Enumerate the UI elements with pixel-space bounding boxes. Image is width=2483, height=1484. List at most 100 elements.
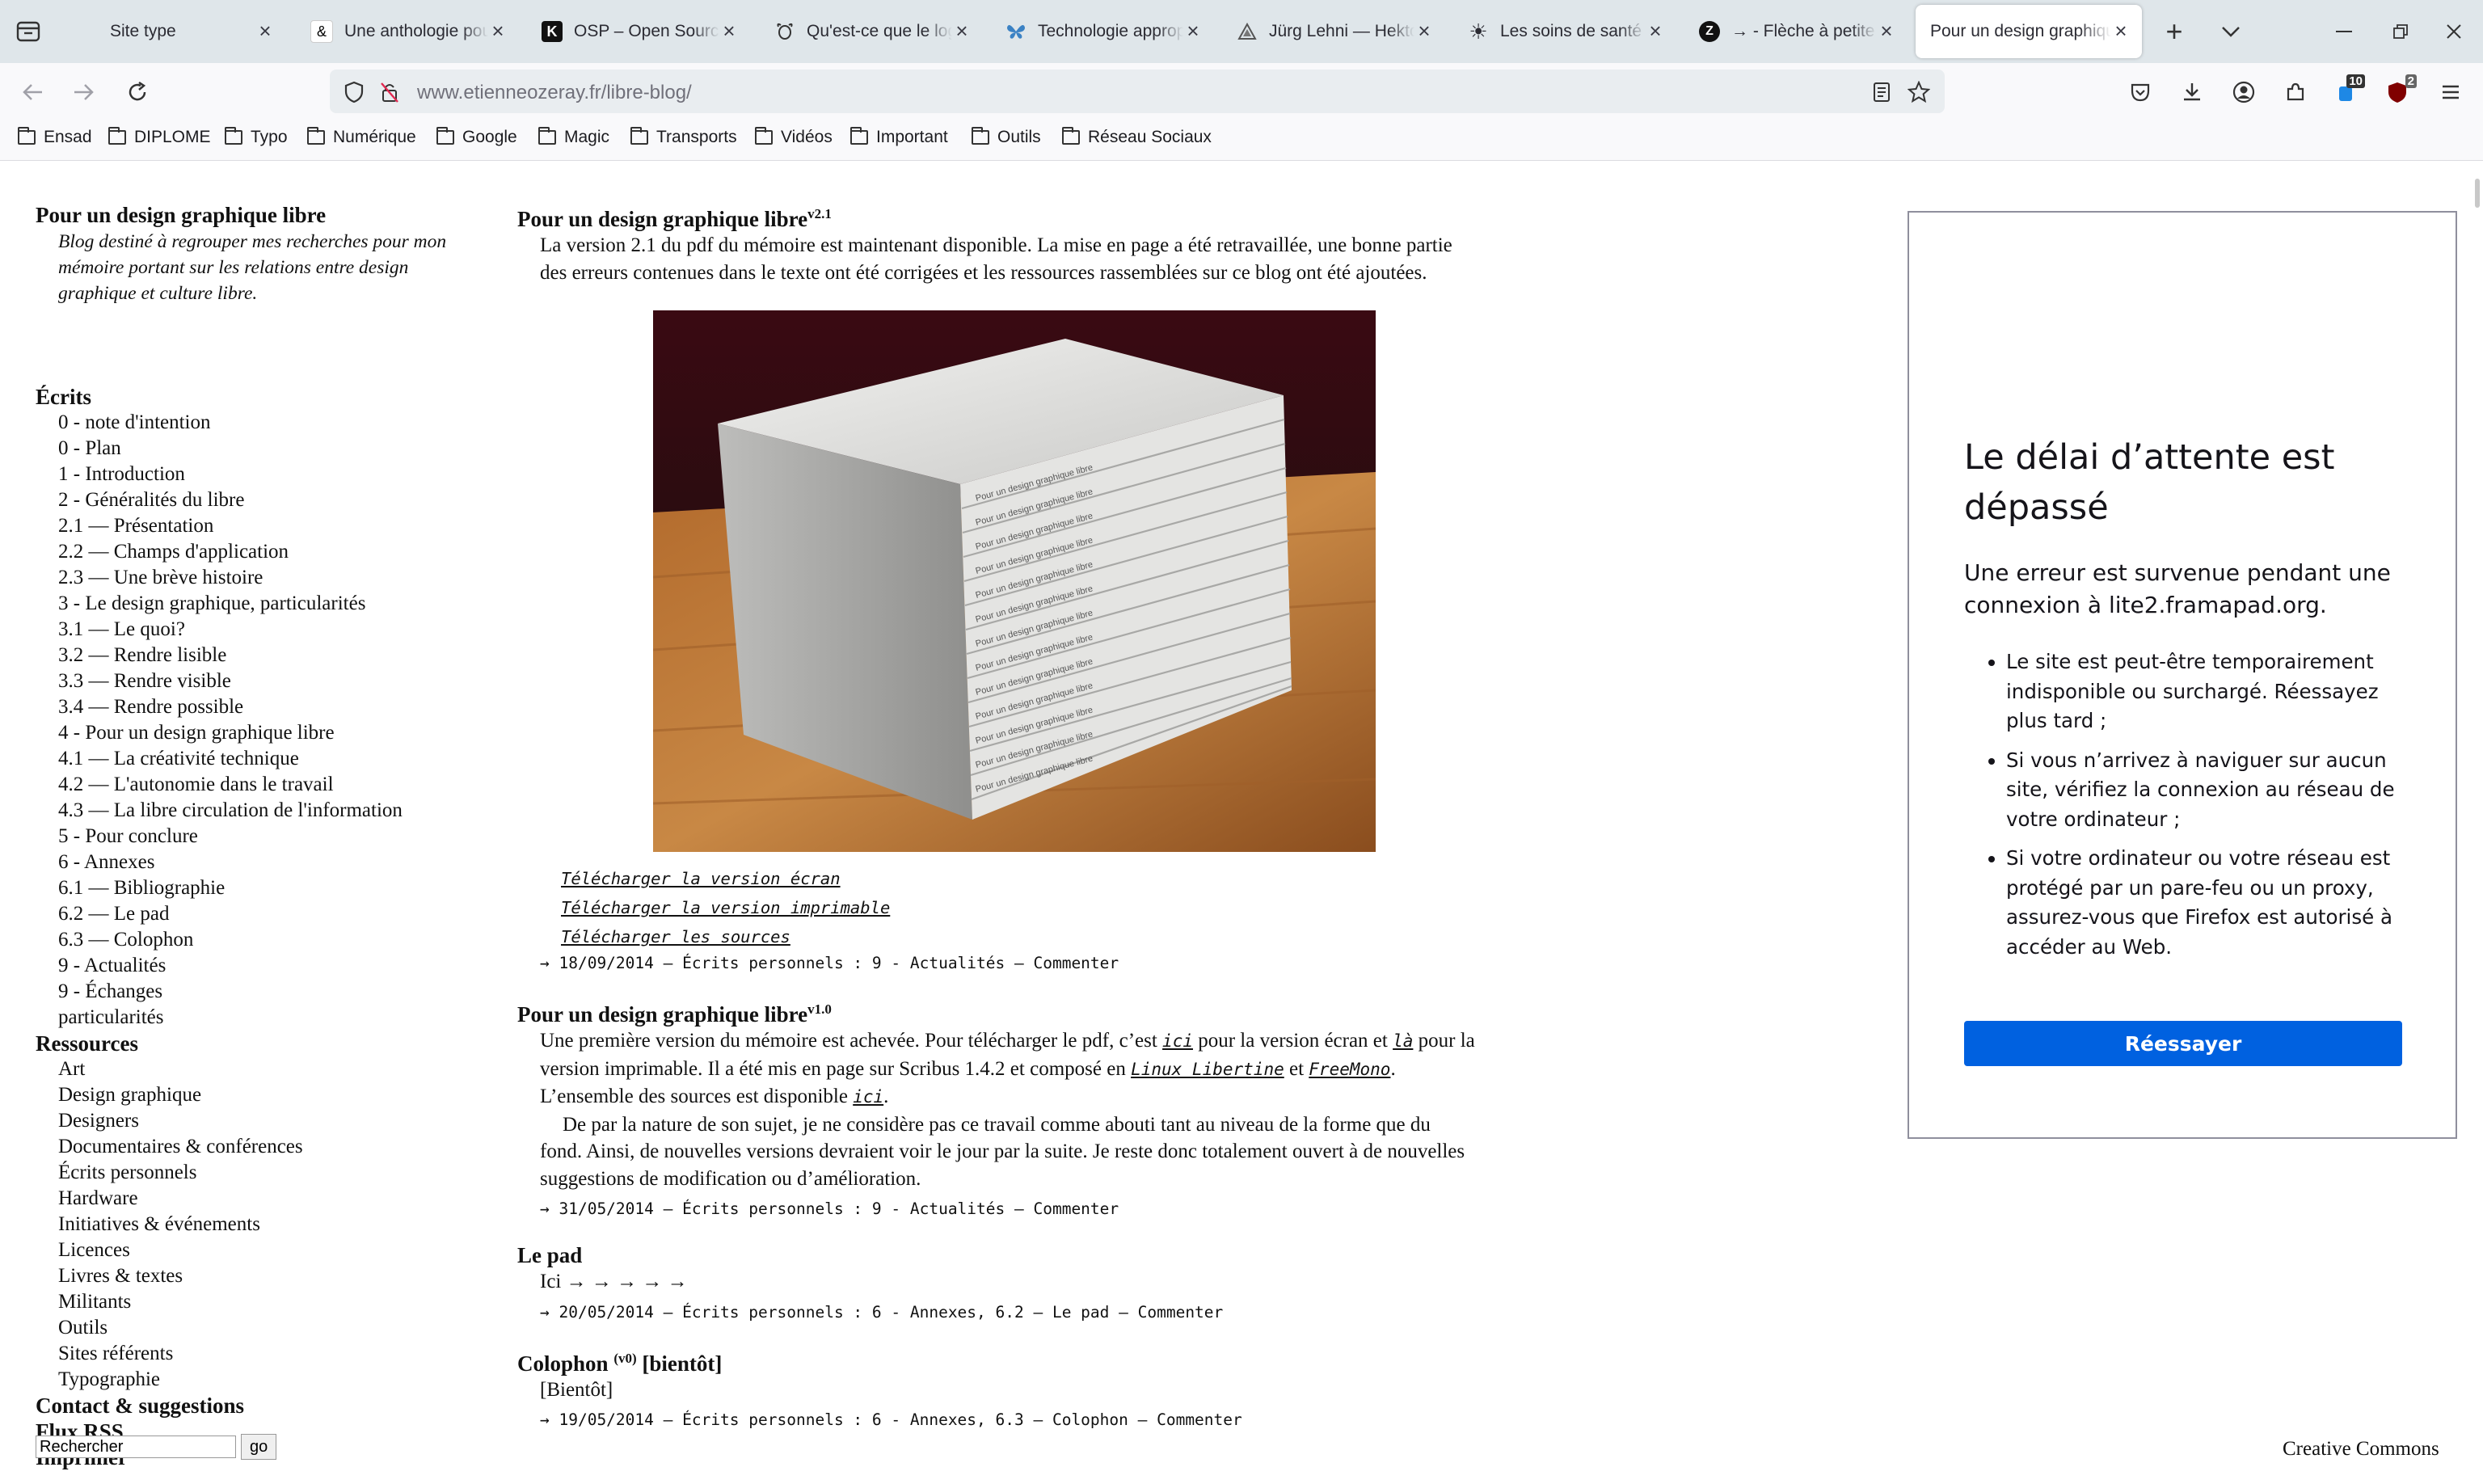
download-sources-link[interactable]: Télécharger les sources <box>561 922 1487 951</box>
bookmark-folder-numerique[interactable]: Numérique <box>307 127 416 147</box>
sidebar-link[interactable]: 4.1 — La créativité technique <box>58 746 488 772</box>
extensions-puzzle-icon[interactable] <box>2279 76 2312 108</box>
post-meta[interactable]: → 20/05/2014 — Écrits personnels : 6 - A… <box>540 1302 1487 1323</box>
sidebar-link[interactable]: 3.1 — Le quoi? <box>58 617 488 643</box>
sidebar-link[interactable]: 0 - note d'intention <box>58 410 488 436</box>
post-meta[interactable]: → 31/05/2014 — Écrits personnels : 9 - A… <box>540 1199 1487 1220</box>
reload-icon[interactable] <box>121 76 154 108</box>
sidebar-link[interactable]: Livres & textes <box>58 1263 488 1289</box>
sources-link[interactable]: ici <box>853 1087 883 1107</box>
search-go-button[interactable]: go <box>241 1434 277 1460</box>
downloads-icon[interactable] <box>2176 76 2208 108</box>
freemono-link[interactable]: FreeMono <box>1309 1060 1390 1079</box>
sidebar-link[interactable]: 6 - Annexes <box>58 850 488 875</box>
close-tab-icon[interactable]: × <box>1414 20 1434 41</box>
tab-site-type[interactable]: Site type × <box>66 5 286 58</box>
sidebar-link[interactable]: 4.3 — La libre circulation de l'informat… <box>58 798 488 824</box>
post-title[interactable]: Pour un design graphique librev2.1 <box>517 201 1487 232</box>
bookmark-folder-diplome[interactable]: DIPLOME <box>108 127 211 147</box>
sidebar-link[interactable]: 0 - Plan <box>58 436 488 462</box>
sidebar-link[interactable]: Outils <box>58 1315 488 1341</box>
sidebar-link[interactable]: 3.2 — Rendre lisible <box>58 643 488 668</box>
sidebar-link[interactable]: 6.2 — Le pad <box>58 901 488 927</box>
tab-lehni[interactable]: Jürg Lehni — Hektor × <box>1225 5 1445 58</box>
close-tab-icon[interactable]: × <box>1646 20 1665 41</box>
sidebar-link[interactable]: particularités <box>58 1005 488 1031</box>
bookmark-folder-google[interactable]: Google <box>436 127 517 147</box>
tab-soins-sante[interactable]: ☀ Les soins de santé libres × <box>1456 5 1676 58</box>
sidebar-link[interactable]: 5 - Pour conclure <box>58 824 488 850</box>
search-input[interactable] <box>36 1436 236 1458</box>
sidebar-link[interactable]: Licences <box>58 1237 488 1263</box>
close-tab-icon[interactable]: × <box>2111 20 2131 41</box>
print-pdf-link[interactable]: là <box>1393 1031 1413 1051</box>
sidebar-link[interactable]: Documentaires & conférences <box>58 1134 488 1160</box>
tab-fleche[interactable]: Z → - Flèche à petite × <box>1688 5 1908 58</box>
download-print-link[interactable]: Télécharger la version imprimable <box>561 893 1487 922</box>
back-arrow-icon[interactable] <box>16 76 48 108</box>
url-text[interactable]: www.etienneozeray.fr/libre-blog/ <box>417 82 692 104</box>
sidebar-link[interactable]: 3.3 — Rendre visible <box>58 668 488 694</box>
contact-link[interactable]: Contact & suggestions <box>36 1393 488 1419</box>
site-title[interactable]: Pour un design graphique libre <box>36 203 488 227</box>
sidebar-link[interactable]: 3 - Le design graphique, particularités <box>58 591 488 617</box>
tab-anthologie[interactable]: & Une anthologie pour × <box>299 5 519 58</box>
bookmark-folder-magic[interactable]: Magic <box>538 127 609 147</box>
sidebar-link[interactable]: Art <box>58 1056 488 1082</box>
sidebar-link[interactable]: 4 - Pour un design graphique libre <box>58 720 488 746</box>
bookmark-folder-typo[interactable]: Typo <box>225 127 288 147</box>
reader-view-icon[interactable] <box>1869 79 1895 105</box>
sidebar-link[interactable]: 9 - Échanges <box>58 979 488 1005</box>
extension-blue-icon[interactable]: 10 <box>2329 74 2365 108</box>
sidebar-link[interactable]: Designers <box>58 1108 488 1134</box>
download-screen-link[interactable]: Télécharger la version écran <box>561 864 1487 893</box>
address-bar[interactable]: www.etienneozeray.fr/libre-blog/ <box>330 70 1945 113</box>
sidebar-link[interactable]: 1 - Introduction <box>58 462 488 487</box>
sidebar-link[interactable]: Design graphique <box>58 1082 488 1108</box>
sidebar-link[interactable]: Écrits personnels <box>58 1160 488 1186</box>
bookmark-folder-videos[interactable]: Vidéos <box>755 127 833 147</box>
page-scrollbar[interactable] <box>2475 179 2480 208</box>
sidebar-link[interactable]: Typographie <box>58 1367 488 1393</box>
tab-technologie[interactable]: Technologie appropriée × <box>994 5 1214 58</box>
post-title[interactable]: Colophon (v0) [bientôt] <box>517 1346 1487 1376</box>
sidebar-link[interactable]: Initiatives & événements <box>58 1212 488 1237</box>
close-tab-icon[interactable]: × <box>719 20 739 41</box>
close-tab-icon[interactable]: × <box>488 20 508 41</box>
ecrits-heading[interactable]: Écrits <box>36 384 488 410</box>
bookmark-star-icon[interactable] <box>1906 79 1932 105</box>
sidebar-link[interactable]: 4.2 — L'autonomie dans le travail <box>58 772 488 798</box>
sidebar-link[interactable]: 2.1 — Présentation <box>58 513 488 539</box>
close-tab-icon[interactable]: × <box>1183 20 1203 41</box>
tracking-shield-icon[interactable] <box>341 79 367 105</box>
forward-arrow-icon[interactable] <box>68 76 100 108</box>
sidebar-link[interactable]: 9 - Actualités <box>58 953 488 979</box>
linux-libertine-link[interactable]: Linux Libertine <box>1131 1060 1284 1079</box>
bookmark-folder-ensad[interactable]: Ensad <box>18 127 92 147</box>
pocket-icon[interactable] <box>2124 76 2156 108</box>
tab-logiciel-libre[interactable]: Qu'est-ce que le logiciel × <box>763 5 983 58</box>
list-all-tabs-icon[interactable] <box>15 18 42 45</box>
post-meta[interactable]: → 19/05/2014 — Écrits personnels : 6 - A… <box>540 1410 1487 1431</box>
tab-overflow-chevron-icon[interactable] <box>2216 18 2245 45</box>
hamburger-menu-icon[interactable] <box>2435 76 2467 108</box>
new-tab-icon[interactable]: + <box>2158 15 2190 48</box>
tab-osp[interactable]: K OSP – Open Source × <box>530 5 750 58</box>
sidebar-link[interactable]: Sites référents <box>58 1341 488 1367</box>
bookmark-folder-outils[interactable]: Outils <box>972 127 1041 147</box>
account-icon[interactable] <box>2228 76 2260 108</box>
retry-button[interactable]: Réessayer <box>1964 1021 2402 1066</box>
sidebar-link[interactable]: 2 - Généralités du libre <box>58 487 488 513</box>
tab-design-graphique-libre[interactable]: Pour un design graphique × <box>1916 5 2142 58</box>
close-tab-icon[interactable]: × <box>1877 20 1896 41</box>
sidebar-link[interactable]: 3.4 — Rendre possible <box>58 694 488 720</box>
sidebar-link[interactable]: 6.1 — Bibliographie <box>58 875 488 901</box>
close-window-icon[interactable] <box>2438 16 2470 47</box>
sidebar-link[interactable]: Hardware <box>58 1186 488 1212</box>
sidebar-link[interactable]: 2.2 — Champs d'application <box>58 539 488 565</box>
sidebar-link[interactable]: 6.3 — Colophon <box>58 927 488 953</box>
close-tab-icon[interactable]: × <box>952 20 972 41</box>
screen-pdf-link[interactable]: ici <box>1162 1031 1193 1051</box>
sidebar-link[interactable]: 2.3 — Une brève histoire <box>58 565 488 591</box>
bookmark-folder-transports[interactable]: Transports <box>630 127 737 147</box>
